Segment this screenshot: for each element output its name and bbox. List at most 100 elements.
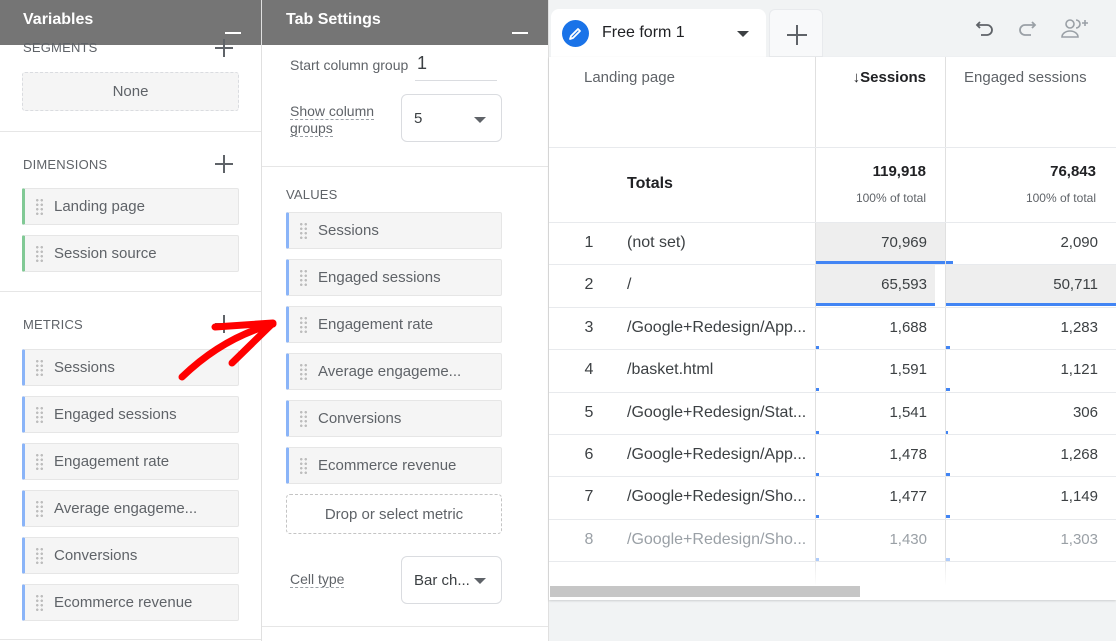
cell-value: 1,121 [1060,361,1098,379]
metric-chip[interactable]: Engagement rate [22,443,239,480]
totals-sessions: 119,918 [872,163,926,180]
value-label: Ecommerce revenue [318,457,457,474]
value-label: Average engageme... [318,363,462,380]
variables-title: Variables [23,11,94,28]
sessions-cell: 1,688 [816,308,945,350]
landing-page-cell: /Google+Redesign/App... [627,446,807,463]
sessions-header-label: Sessions [860,69,926,86]
value-chip[interactable]: Conversions [286,400,502,437]
dimension-label: Landing page [54,198,145,215]
row-number: 4 [584,361,594,379]
drag-handle-icon[interactable] [299,456,308,475]
drag-handle-icon[interactable] [35,244,44,263]
segment-none[interactable]: None [22,72,239,111]
show-column-groups-text: Show column groups [290,103,375,137]
horizontal-scrollbar-thumb[interactable] [550,586,860,597]
metric-label: Ecommerce revenue [54,594,193,611]
metric-chip[interactable]: Conversions [22,537,239,574]
redo-icon[interactable] [1015,17,1039,41]
cell-type-select[interactable]: Bar ch... [401,556,502,604]
landing-page-cell: /Google+Redesign/Stat... [627,403,807,421]
undo-icon[interactable] [973,17,997,41]
minimize-icon[interactable] [225,32,241,34]
drag-handle-icon[interactable] [299,362,308,381]
value-chip[interactable]: Engagement rate [286,306,502,343]
table-row[interactable]: 1 (not set) 70,969 2,090 [549,223,1116,265]
dimension-chip[interactable]: Session source [22,235,239,272]
drag-handle-icon[interactable] [299,268,308,287]
add-tab-button[interactable] [769,9,823,57]
values-label: VALUES [286,187,338,202]
cell-value: 1,478 [889,446,927,463]
row-number: 2 [584,276,594,294]
add-metric-icon[interactable] [215,315,233,333]
cell-value: 70,969 [881,234,927,251]
dimension-label: Session source [54,245,157,262]
value-label: Engaged sessions [318,269,441,286]
value-chip[interactable]: Ecommerce revenue [286,447,502,484]
table-row[interactable]: 4/basket.html 1,591 1,121 [549,350,1116,392]
engaged-sessions-cell: 1,149 [946,477,1116,519]
table-row[interactable]: 6/Google+Redesign/App... 1,478 1,268 [549,435,1116,477]
row-number: 5 [584,403,594,421]
minimize-icon[interactable] [512,32,528,34]
drag-handle-icon[interactable] [35,405,44,424]
value-chip[interactable]: Sessions [286,212,502,249]
column-header-sessions[interactable]: ↓Sessions [853,69,926,86]
column-header-landing-page[interactable]: Landing page [584,69,675,86]
cell-value: 1,477 [889,488,927,506]
table-row[interactable]: 5/Google+Redesign/Stat... 1,541 306 [549,393,1116,435]
drag-handle-icon[interactable] [35,197,44,216]
drag-handle-icon[interactable] [35,593,44,612]
tab-settings-header: Tab Settings [262,0,548,45]
table-row[interactable]: 2 / 65,593 50,711 [549,265,1116,307]
engaged-sessions-cell: 1,268 [946,435,1116,477]
metric-chip[interactable]: Engaged sessions [22,396,239,433]
row-number: 3 [584,318,594,336]
start-column-group-input[interactable]: 1 [415,53,497,81]
dimensions-label: DIMENSIONS [23,157,108,172]
drag-handle-icon[interactable] [299,315,308,334]
totals-engaged-percent: 100% of total [1025,191,1096,205]
value-chip[interactable]: Engaged sessions [286,259,502,296]
tab-menu-caret-icon[interactable] [737,31,749,37]
cell-type-text: Cell type [290,571,345,588]
add-dimension-icon[interactable] [215,155,233,173]
landing-page-cell: /basket.html [627,361,714,379]
tab-free-form-1[interactable]: Free form 1 [551,9,766,57]
metric-chip[interactable]: Ecommerce revenue [22,584,239,621]
dimension-chip[interactable]: Landing page [22,188,239,225]
metric-label: Engagement rate [54,453,170,470]
cell-value: 1,149 [1060,488,1098,506]
totals-sessions-percent: 100% of total [855,191,926,205]
landing-page-cell: / [627,276,632,294]
show-column-groups-label: Show column groups [290,103,380,137]
landing-page-cell: /Google+Redesign/App... [627,318,807,336]
drag-handle-icon[interactable] [35,499,44,518]
share-add-person-icon[interactable] [1060,17,1090,41]
drop-metric-zone[interactable]: Drop or select metric [286,494,502,534]
metric-chip[interactable]: Average engageme... [22,490,239,527]
drag-handle-icon[interactable] [35,358,44,377]
add-segment-icon[interactable] [215,39,233,57]
column-header-engaged-sessions[interactable]: Engaged sessions [964,69,1087,86]
drag-handle-icon[interactable] [35,452,44,471]
value-chip[interactable]: Average engageme... [286,353,502,390]
show-column-groups-select[interactable]: 5 [401,94,502,142]
cell-value: 65,593 [881,276,927,294]
cell-value: 1,283 [1060,318,1098,336]
engaged-sessions-cell: 1,283 [946,308,1116,350]
metric-chip[interactable]: Sessions [22,349,239,386]
drag-handle-icon[interactable] [299,221,308,240]
totals-label: Totals [627,175,673,192]
table-row[interactable]: 7/Google+Redesign/Sho... 1,477 1,149 [549,477,1116,519]
sessions-cell: 1,591 [816,350,945,392]
table-row[interactable]: 8/Google+Redesign/Sho... 1,430 1,303 [549,520,1116,562]
drag-handle-icon[interactable] [299,409,308,428]
sessions-cell: 1,541 [816,393,945,435]
row-number: 6 [584,446,594,463]
sessions-cell: 1,477 [816,477,945,519]
table-row[interactable]: 3/Google+Redesign/App... 1,688 1,283 [549,308,1116,350]
partial-row [549,562,1116,586]
drag-handle-icon[interactable] [35,546,44,565]
